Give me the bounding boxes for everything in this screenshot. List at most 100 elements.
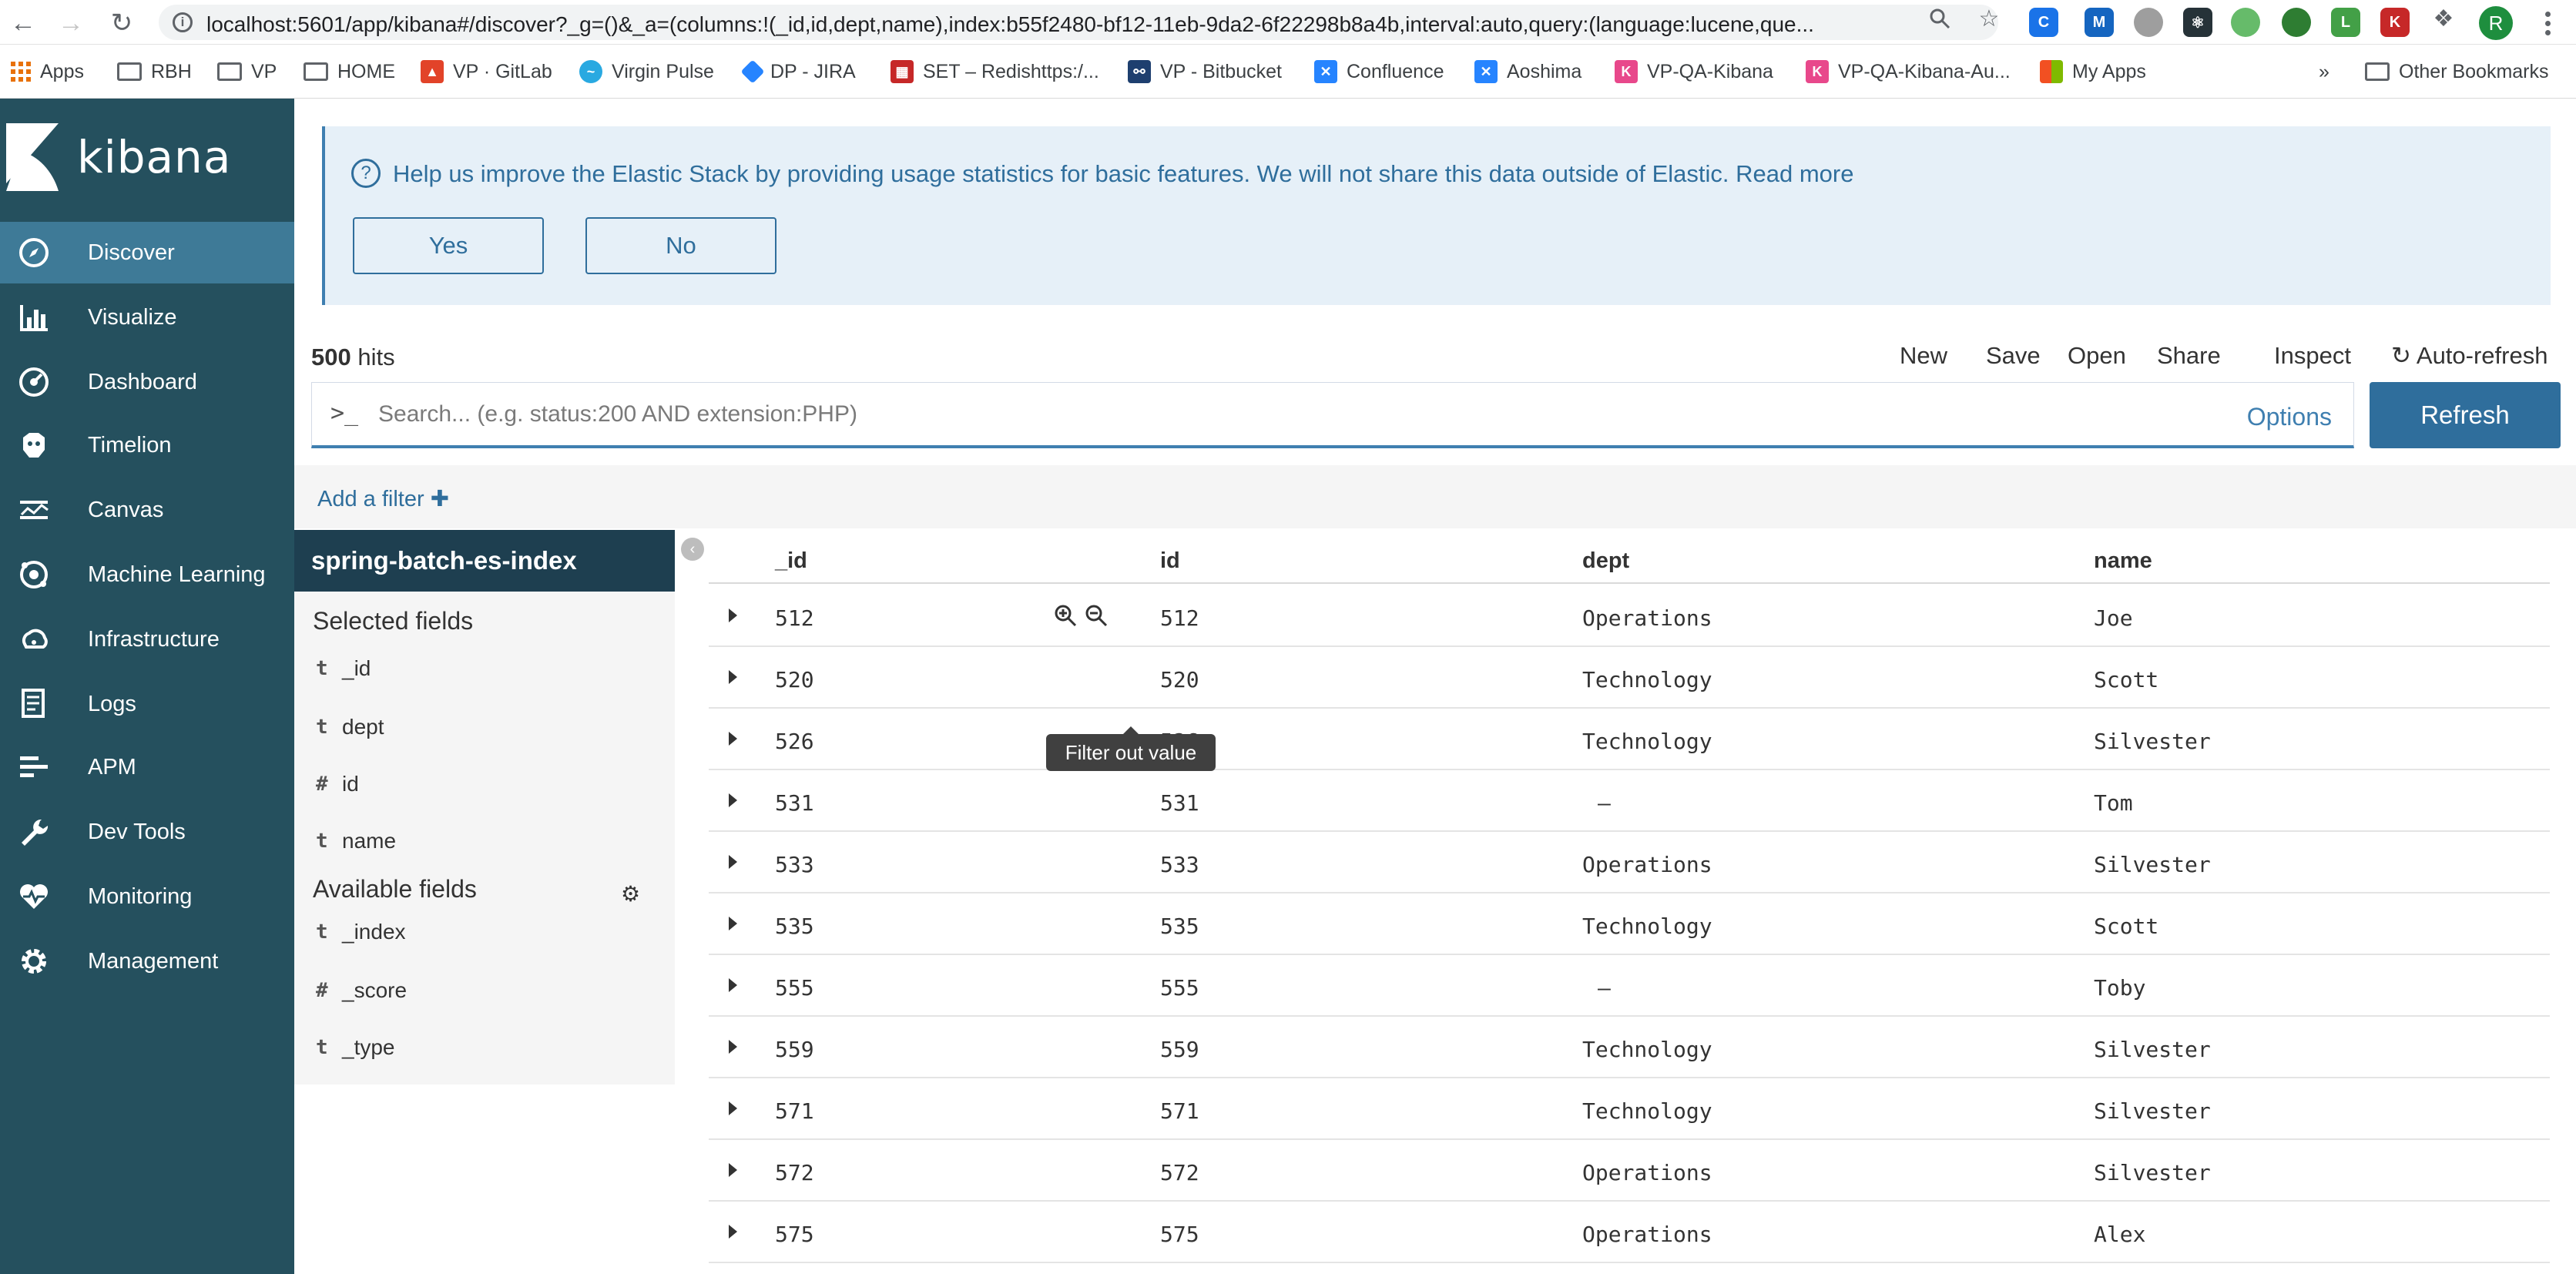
table-row[interactable]: 526526TechnologySilvester (709, 709, 2550, 770)
address-bar[interactable]: i localhost:5601/app/kibana#/discover?_g… (159, 5, 1998, 40)
nav-timelion[interactable]: Timelion (0, 414, 294, 476)
column-header[interactable]: id (1160, 548, 1180, 574)
nav-canvas[interactable]: Canvas (0, 479, 294, 541)
share-link[interactable]: Share (2157, 342, 2221, 370)
auto-refresh-link[interactable]: ↻ Auto-refresh (2391, 342, 2547, 370)
bookmark-my-apps[interactable]: My Apps (2040, 57, 2146, 86)
refresh-button[interactable]: Refresh (2370, 382, 2561, 448)
table-row[interactable]: 572 572 Operations Silvester (709, 1140, 2550, 1202)
bookmark-confluence[interactable]: ✕ Confluence (1314, 57, 1444, 86)
bookmark-gitlab[interactable]: ▲ VP · GitLab (421, 57, 552, 86)
gear-icon[interactable]: ⚙ (621, 881, 640, 907)
table-row[interactable]: 571 571 Technology Silvester (709, 1078, 2550, 1140)
expand-row-icon[interactable] (729, 1040, 737, 1054)
bookmark-home[interactable]: HOME (304, 57, 395, 86)
expand-row-icon[interactable] (729, 855, 737, 869)
info-icon[interactable]: i (173, 12, 193, 32)
nav-machine-learning[interactable]: Machine Learning (0, 544, 294, 605)
bookmark-vp-qa-kibana[interactable]: K VP-QA-Kibana (1615, 57, 1773, 86)
nav-discover[interactable]: Discover (0, 222, 294, 283)
save-link[interactable]: Save (1986, 342, 2041, 370)
options-button[interactable]: Options (2247, 403, 2332, 431)
puzzle-icon[interactable]: ❖ (2431, 6, 2456, 32)
forward-button[interactable]: → (54, 6, 88, 40)
table-row[interactable]: 512 512 Operations Joe (709, 585, 2550, 647)
nav-logs[interactable]: Logs (0, 673, 294, 735)
kibana-logo[interactable]: kibana (6, 123, 231, 191)
extension-icon[interactable]: K (2380, 8, 2410, 37)
yes-button[interactable]: Yes (353, 217, 544, 274)
field-item[interactable]: t _index (316, 915, 406, 949)
browser-menu-icon[interactable] (2536, 6, 2559, 40)
expand-row-icon[interactable] (729, 1225, 737, 1239)
no-button[interactable]: No (585, 217, 776, 274)
add-filter-button[interactable]: Add a filter ✚ (317, 485, 449, 512)
bookmark-apps[interactable]: Apps (11, 57, 84, 86)
bookmark-other[interactable]: Other Bookmarks (2365, 57, 2549, 86)
inspect-link[interactable]: Inspect (2274, 342, 2351, 370)
collapse-sidebar-icon[interactable]: ‹ (681, 538, 704, 561)
bookmark-rbh[interactable]: RBH (117, 57, 192, 86)
url-text[interactable]: localhost:5601/app/kibana#/discover?_g=(… (206, 12, 1924, 37)
nav-management[interactable]: Management (0, 930, 294, 992)
reload-button[interactable]: ↻ (105, 6, 139, 40)
column-header[interactable]: _id (775, 548, 807, 574)
bookmark-vp[interactable]: VP (217, 57, 277, 86)
field-item[interactable]: t _id (316, 652, 371, 686)
extension-icon[interactable]: C (2029, 8, 2058, 37)
index-pattern-name[interactable]: spring-batch-es-index (294, 530, 675, 592)
nav-dev-tools[interactable]: Dev Tools (0, 801, 294, 863)
bookmark-virgin-pulse[interactable]: ~ Virgin Pulse (579, 57, 714, 86)
expand-row-icon[interactable] (729, 609, 737, 622)
table-row[interactable]: 533 533 Operations Silvester (709, 832, 2550, 893)
column-header[interactable]: name (2094, 548, 2152, 574)
table-row[interactable]: 559 559 Technology Silvester (709, 1017, 2550, 1078)
table-row[interactable]: 520 520 Technology Scott (709, 647, 2550, 709)
search-input[interactable]: Search... (e.g. status:200 AND extension… (378, 401, 857, 427)
new-link[interactable]: New (1900, 342, 1947, 370)
nav-apm[interactable]: APM (0, 736, 294, 798)
table-row[interactable]: 535 535 Technology Scott (709, 893, 2550, 955)
nav-infrastructure[interactable]: Infrastructure (0, 609, 294, 670)
extension-icon[interactable]: L (2331, 8, 2360, 37)
field-item[interactable]: # _score (316, 974, 407, 1007)
bookmark-aoshima[interactable]: ✕ Aoshima (1474, 57, 1581, 86)
star-icon[interactable]: ☆ (1977, 6, 2001, 32)
table-row[interactable]: 555 555 – Toby (709, 955, 2550, 1017)
nav-monitoring[interactable]: Monitoring (0, 866, 294, 927)
expand-row-icon[interactable] (729, 793, 737, 807)
table-row[interactable]: 575 575 Operations Alex (709, 1202, 2550, 1263)
bookmarks-overflow[interactable]: » (2319, 57, 2329, 86)
filter-out-value-icon[interactable] (1085, 604, 1108, 627)
expand-row-icon[interactable] (729, 732, 737, 746)
expand-row-icon[interactable] (729, 1101, 737, 1115)
bookmark-jira[interactable]: DP - JIRA (740, 57, 856, 86)
profile-avatar[interactable]: R (2479, 6, 2513, 40)
nav-dashboard[interactable]: Dashboard (0, 351, 294, 413)
extension-icon[interactable] (2134, 8, 2163, 37)
field-item[interactable]: t _type (316, 1031, 395, 1064)
field-item[interactable]: t dept (316, 710, 384, 744)
open-link[interactable]: Open (2068, 342, 2126, 370)
extension-icon[interactable] (2282, 8, 2311, 37)
table-row[interactable]: 531 531 – Tom (709, 770, 2550, 832)
expand-row-icon[interactable] (729, 1163, 737, 1177)
expand-row-icon[interactable] (729, 670, 737, 684)
field-item[interactable]: # id (316, 767, 359, 801)
bookmark-vp-qa-kibana-au[interactable]: K VP-QA-Kibana-Au... (1806, 57, 2011, 86)
column-header[interactable]: dept (1582, 548, 1629, 574)
nav-visualize[interactable]: Visualize (0, 287, 294, 348)
extension-icon[interactable]: ⚛ (2183, 8, 2212, 37)
expand-row-icon[interactable] (729, 917, 737, 930)
expand-row-icon[interactable] (729, 978, 737, 992)
extension-icon[interactable]: M (2085, 8, 2114, 37)
back-button[interactable]: ← (6, 6, 40, 40)
zoom-icon[interactable] (1927, 6, 1952, 31)
filter-for-value-icon[interactable] (1054, 604, 1077, 627)
bookmark-redis[interactable]: ▦ SET – Redishttps:/... (891, 57, 1099, 86)
extension-icon[interactable] (2231, 8, 2260, 37)
table-cell: – (1598, 975, 1611, 1001)
bookmark-bitbucket[interactable]: ⚯ VP - Bitbucket (1128, 57, 1282, 86)
field-item[interactable]: t name (316, 824, 396, 858)
query-bar[interactable]: >_ Search... (e.g. status:200 AND extens… (311, 382, 2354, 448)
